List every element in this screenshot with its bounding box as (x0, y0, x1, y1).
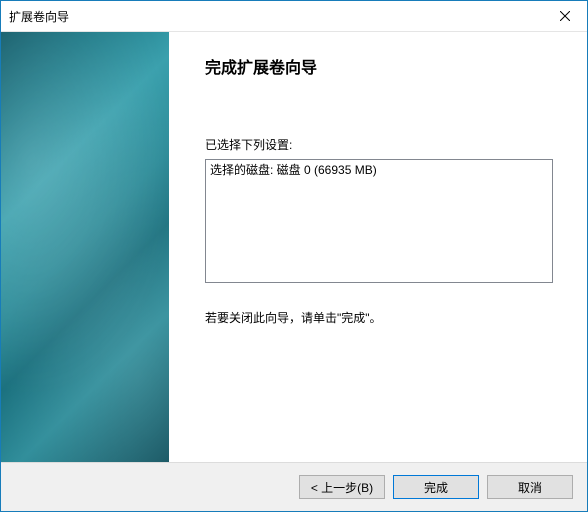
titlebar: 扩展卷向导 (1, 1, 587, 32)
close-instruction: 若要关闭此向导，请单击"完成"。 (205, 309, 559, 326)
settings-label: 已选择下列设置: (205, 136, 559, 153)
window-title: 扩展卷向导 (9, 8, 69, 25)
finish-button[interactable]: 完成 (393, 475, 479, 499)
cancel-button[interactable]: 取消 (487, 475, 573, 499)
wizard-window: 扩展卷向导 完成扩展卷向导 已选择下列设置: 选择的磁盘: 磁盘 0 (6693… (0, 0, 588, 512)
settings-line: 选择的磁盘: 磁盘 0 (66935 MB) (210, 162, 548, 178)
settings-listbox[interactable]: 选择的磁盘: 磁盘 0 (66935 MB) (205, 159, 553, 283)
page-title: 完成扩展卷向导 (205, 54, 559, 78)
wizard-content: 完成扩展卷向导 已选择下列设置: 选择的磁盘: 磁盘 0 (66935 MB) … (169, 32, 587, 462)
wizard-sidebar-graphic (1, 32, 169, 462)
back-button[interactable]: < 上一步(B) (299, 475, 385, 499)
button-row: < 上一步(B) 完成 取消 (1, 462, 587, 511)
window-controls (542, 1, 587, 31)
close-button[interactable] (542, 1, 587, 31)
main-area: 完成扩展卷向导 已选择下列设置: 选择的磁盘: 磁盘 0 (66935 MB) … (1, 32, 587, 462)
close-icon (560, 11, 570, 21)
window-body: 完成扩展卷向导 已选择下列设置: 选择的磁盘: 磁盘 0 (66935 MB) … (1, 32, 587, 511)
